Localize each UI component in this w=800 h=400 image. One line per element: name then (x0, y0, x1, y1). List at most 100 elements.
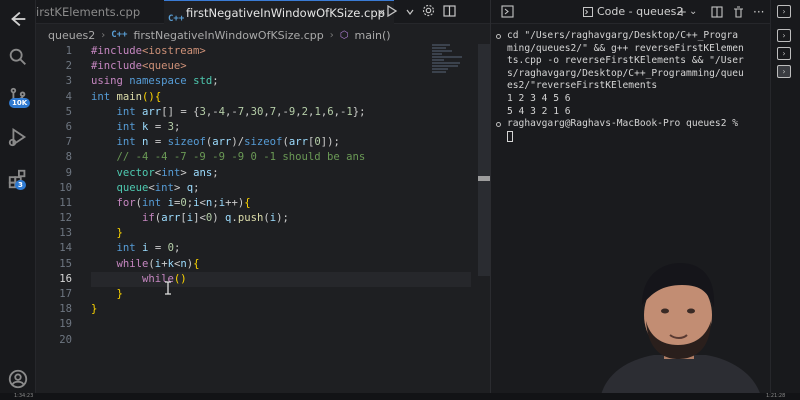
terminal-line: cd "/Users/raghavgarg/Desktop/C++_Progra (507, 30, 739, 41)
activity-bar: 10K 3 (0, 0, 36, 400)
terminal-header: Code - queues2 + ⌄ ··· (491, 0, 771, 24)
terminal-instance-icon[interactable]: › (777, 29, 791, 42)
editor-scrollbar[interactable] (478, 44, 490, 276)
function-symbol-icon: ⬡ (339, 29, 349, 41)
split-editor-icon[interactable] (443, 4, 456, 20)
video-timeline[interactable]: 1:34:23 1:21:28 (0, 393, 800, 400)
explorer-icon[interactable] (5, 6, 31, 32)
line-number: 5 (65, 105, 72, 118)
code-line-current: while() (91, 271, 471, 287)
code-line: if(arr[i]<0) q.push(i); (142, 212, 289, 225)
code-line: while(i+k<n){ (116, 257, 200, 270)
add-terminal-button[interactable]: + (677, 0, 687, 24)
code-content[interactable]: #include<iostream> #include<queue> using… (91, 44, 471, 348)
line-number: 2 (65, 60, 72, 73)
terminal-line: 5 4 3 2 1 6 (507, 105, 571, 117)
breadcrumb-file[interactable]: firstNegativeInWindowOfKSize.cpp (133, 29, 323, 42)
code-line: for(int i=0;i<n;i++){ (116, 196, 251, 209)
minimap[interactable] (432, 44, 478, 84)
terminal-line: 1 2 3 4 5 6 (507, 92, 571, 104)
line-number: 13 (59, 227, 72, 240)
line-number: 18 (59, 303, 72, 316)
line-number: 12 (59, 212, 72, 225)
account-icon[interactable] (5, 366, 31, 392)
remaining-time: 1:21:28 (766, 393, 786, 399)
terminal-output[interactable]: cd "/Users/raghavgarg/Desktop/C++_Progra… (507, 30, 769, 144)
command-decoration-icon (496, 34, 501, 39)
run-icon[interactable] (386, 4, 398, 20)
breadcrumb-folder[interactable]: queues2 (48, 29, 95, 42)
breadcrumb-symbol[interactable]: main() (355, 29, 391, 42)
line-number: 9 (65, 166, 72, 179)
editor-tab-bar: irstKElements.cpp C++ firstNegativeInWin… (36, 0, 490, 24)
elapsed-time: 1:34:23 (14, 393, 34, 399)
terminal-line: es2/"reverseFirstKElements (507, 80, 658, 92)
chevron-right-icon: › (101, 29, 106, 41)
line-number: 10 (59, 181, 72, 194)
code-line: #include<iostream> (91, 45, 206, 57)
code-line: using namespace std; (91, 75, 219, 88)
code-line: int k = 3; (116, 120, 181, 133)
terminal-line: raghavgarg@Raghavs-MacBook-Pro queues2 % (507, 118, 739, 130)
line-number: 7 (65, 136, 72, 149)
gear-icon[interactable] (422, 4, 435, 20)
split-terminal-icon[interactable] (711, 0, 723, 24)
line-number: 15 (59, 257, 72, 270)
code-line: int i = 0; (116, 242, 181, 255)
close-icon[interactable]: × (377, 1, 386, 25)
code-editor[interactable]: 1 2 3 4 5 6 7 8 9 10 11 12 13 14 15 16 17 18 19 20 #include… (36, 44, 476, 400)
terminal-line: ming/queues2/" && g++ reverseFirstKEleme… (507, 42, 744, 54)
chevron-right-icon: › (329, 29, 334, 41)
terminal-type-icon (583, 0, 593, 24)
line-number: 14 (59, 242, 72, 255)
line-number: 4 (65, 90, 72, 103)
terminal-line: s/raghavgarg/Desktop/C++_Programming/que… (507, 67, 744, 79)
search-icon[interactable] (5, 44, 31, 70)
terminal-instance-icon-selected[interactable]: › (777, 65, 791, 78)
code-line: } (91, 303, 98, 316)
scrollbar-thumb[interactable] (478, 176, 490, 181)
terminal-title: Code - queues2 (597, 5, 684, 18)
line-number: 8 (65, 151, 72, 164)
command-decoration-icon (496, 122, 501, 127)
editor-actions (386, 3, 456, 21)
terminal-icon[interactable] (501, 0, 514, 24)
terminal-line: ts.cpp -o reverseFirstKElements && "/Use… (507, 55, 744, 67)
tab-reverse-first-k-elements[interactable]: irstKElements.cpp (36, 0, 156, 24)
code-line: #include<queue> (91, 60, 187, 73)
code-line: queue<int> q; (116, 181, 200, 194)
terminal-cursor (507, 130, 513, 142)
code-line: int arr[] = {3,-4,-7,30,7,-9,2,1,6,-1}; (116, 105, 366, 118)
line-number: 6 (65, 120, 72, 133)
breadcrumb: queues2 › C++ firstNegativeInWindowOfKSi… (48, 26, 391, 44)
run-debug-icon[interactable] (5, 124, 31, 150)
extensions-badge: 3 (15, 180, 26, 190)
terminal-list-strip: › › › › (770, 0, 800, 400)
line-number: 11 (59, 196, 72, 209)
source-control-badge: 10K (9, 98, 31, 108)
code-line: int main(){ (91, 90, 162, 103)
terminal-input-line[interactable] (507, 130, 769, 145)
tab-label: irstKElements.cpp (36, 5, 141, 19)
code-line: // -4 -4 -7 -9 -9 -9 0 -1 should be ans (116, 151, 366, 164)
line-number: 19 (59, 318, 72, 331)
chevron-down-icon[interactable]: ⌄ (689, 0, 697, 24)
tab-label: firstNegativeInWindowOfKSize.cpp (186, 6, 385, 20)
tab-first-negative-in-window[interactable]: C++ firstNegativeInWindowOfKSize.cpp × (164, 0, 394, 24)
terminal-instance-icon[interactable]: › (777, 47, 791, 60)
line-number: 1 (65, 45, 72, 57)
code-line: } (116, 227, 123, 240)
line-number: 16 (59, 272, 72, 285)
line-number: 20 (59, 333, 72, 346)
webcam-overlay (590, 255, 770, 400)
more-actions-icon[interactable]: ··· (753, 0, 764, 24)
line-number: 17 (59, 288, 72, 300)
terminal-instance-icon[interactable]: › (777, 5, 791, 18)
code-line: int n = sizeof(arr)/sizeof(arr[0]); (116, 136, 340, 149)
trash-icon[interactable] (733, 0, 744, 24)
code-line: vector<int> ans; (116, 166, 219, 179)
text-cursor-icon (164, 280, 172, 295)
chevron-down-icon[interactable] (406, 5, 414, 19)
